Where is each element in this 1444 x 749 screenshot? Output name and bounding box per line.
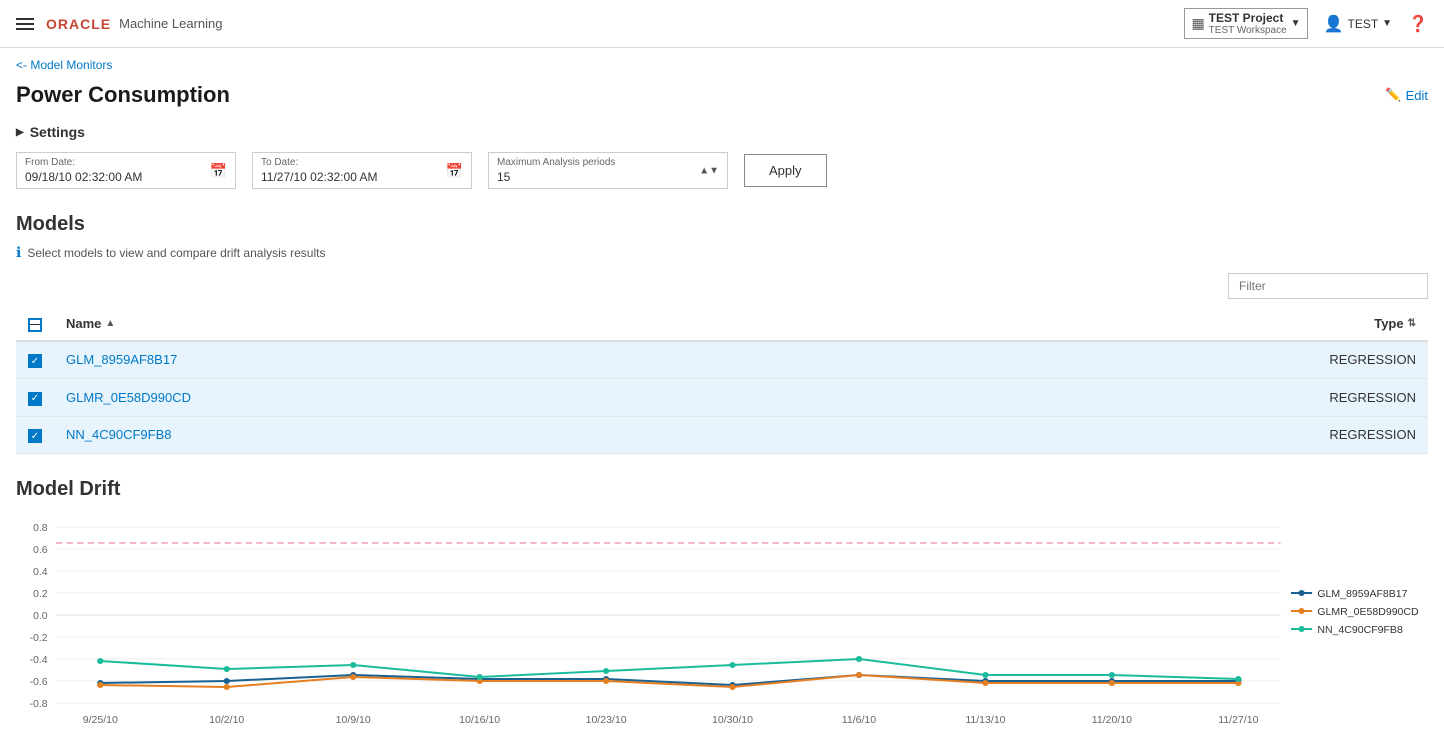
max-periods-field[interactable]: Maximum Analysis periods 15 ▲▼ xyxy=(488,152,728,189)
user-name: TEST xyxy=(1348,17,1379,31)
header-right: ▦ TEST Project TEST Workspace ▼ 👤 TEST ▼… xyxy=(1184,8,1428,39)
edit-icon: ✏️ xyxy=(1385,87,1401,103)
workspace-name: TEST Workspace xyxy=(1209,25,1287,36)
svg-text:10/23/10: 10/23/10 xyxy=(586,715,627,726)
filter-row xyxy=(16,273,1428,299)
oracle-logo: ORACLE xyxy=(46,16,111,32)
row-checkbox-cell[interactable]: ✓ xyxy=(16,416,54,454)
svg-text:-0.4: -0.4 xyxy=(29,655,47,666)
svg-text:11/20/10: 11/20/10 xyxy=(1092,715,1133,726)
svg-text:GLMR_0E58D990CD: GLMR_0E58D990CD xyxy=(1317,607,1418,618)
row-checkbox[interactable]: ✓ xyxy=(28,354,42,368)
type-column-header[interactable]: Type ⇅ xyxy=(842,307,1428,341)
models-table: — Name ▲ Type ⇅ ✓ xyxy=(16,307,1428,454)
model-type-cell: REGRESSION xyxy=(842,416,1428,454)
models-hint: ℹ Select models to view and compare drif… xyxy=(16,244,1428,261)
svg-text:NN_4C90CF9FB8: NN_4C90CF9FB8 xyxy=(1317,625,1403,636)
breadcrumb[interactable]: <- Model Monitors xyxy=(0,48,1444,82)
model-name-cell: NN_4C90CF9FB8 xyxy=(54,416,842,454)
sort-icon: ▲ xyxy=(105,318,115,329)
row-checkbox-cell[interactable]: ✓ xyxy=(16,379,54,417)
svg-text:10/2/10: 10/2/10 xyxy=(209,715,244,726)
header-checkbox-cell: — xyxy=(16,307,54,341)
sort-icon-type: ⇅ xyxy=(1408,318,1416,329)
select-all-checkbox[interactable]: — xyxy=(28,318,42,332)
to-date-value: 11/27/10 02:32:00 AM xyxy=(261,170,463,184)
model-name-cell: GLM_8959AF8B17 xyxy=(54,341,842,379)
row-checkbox[interactable]: ✓ xyxy=(28,392,42,406)
project-name: TEST Project xyxy=(1209,11,1287,25)
logo: ORACLE Machine Learning xyxy=(46,16,222,32)
calendar-icon: 📅 xyxy=(210,162,227,179)
svg-text:0.2: 0.2 xyxy=(33,589,48,600)
header: ORACLE Machine Learning ▦ TEST Project T… xyxy=(0,0,1444,48)
to-date-field[interactable]: To Date: 11/27/10 02:32:00 AM 📅 xyxy=(252,152,472,189)
filter-input[interactable] xyxy=(1228,273,1428,299)
models-title: Models xyxy=(16,213,1428,236)
apply-button[interactable]: Apply xyxy=(744,154,827,187)
edit-button[interactable]: ✏️ Edit xyxy=(1385,87,1428,103)
table-header-row: — Name ▲ Type ⇅ xyxy=(16,307,1428,341)
from-date-field[interactable]: From Date: 09/18/10 02:32:00 AM 📅 xyxy=(16,152,236,189)
hamburger-icon[interactable] xyxy=(16,18,34,30)
table-row: ✓ GLMR_0E58D990CD REGRESSION xyxy=(16,379,1428,417)
model-type-cell: REGRESSION xyxy=(842,379,1428,417)
svg-text:-0.8: -0.8 xyxy=(29,699,47,710)
help-icon[interactable]: ❓ xyxy=(1408,14,1428,34)
svg-text:11/13/10: 11/13/10 xyxy=(965,715,1006,726)
settings-label: Settings xyxy=(30,124,85,140)
svg-text:10/9/10: 10/9/10 xyxy=(336,715,371,726)
svg-text:9/25/10: 9/25/10 xyxy=(83,715,118,726)
svg-text:0.6: 0.6 xyxy=(33,545,48,556)
calendar-icon-2: 📅 xyxy=(446,162,463,179)
chevron-down-icon: ▼ xyxy=(1291,18,1301,29)
header-left: ORACLE Machine Learning xyxy=(16,16,222,32)
drift-svg: 0.8 0.6 0.4 0.2 0.0 -0.2 -0.4 -0.6 -0.8 … xyxy=(16,513,1428,733)
table-row: ✓ GLM_8959AF8B17 REGRESSION xyxy=(16,341,1428,379)
main-content: Power Consumption ✏️ Edit ▶ Settings Fro… xyxy=(0,82,1444,749)
user-chevron-icon: ▼ xyxy=(1382,18,1392,29)
drift-title: Model Drift xyxy=(16,478,1428,501)
model-type-cell: REGRESSION xyxy=(842,341,1428,379)
user-menu[interactable]: 👤 TEST ▼ xyxy=(1324,14,1393,34)
app-name: Machine Learning xyxy=(119,16,222,31)
svg-text:0.4: 0.4 xyxy=(33,567,48,578)
model-name-cell: GLMR_0E58D990CD xyxy=(54,379,842,417)
from-date-value: 09/18/10 02:32:00 AM xyxy=(25,170,227,184)
svg-text:10/30/10: 10/30/10 xyxy=(712,715,753,726)
settings-section-header[interactable]: ▶ Settings xyxy=(16,124,1428,140)
page-title: Power Consumption xyxy=(16,82,230,108)
svg-text:-0.2: -0.2 xyxy=(29,633,47,644)
max-periods-value: 15 xyxy=(497,170,719,184)
table-row: ✓ NN_4C90CF9FB8 REGRESSION xyxy=(16,416,1428,454)
svg-text:11/27/10: 11/27/10 xyxy=(1218,715,1259,726)
model-link[interactable]: NN_4C90CF9FB8 xyxy=(66,427,172,442)
model-link[interactable]: GLM_8959AF8B17 xyxy=(66,352,177,367)
page-title-row: Power Consumption ✏️ Edit xyxy=(16,82,1428,108)
svg-text:10/16/10: 10/16/10 xyxy=(459,715,500,726)
spinner-arrows: ▲▼ xyxy=(699,165,719,176)
name-column-header[interactable]: Name ▲ xyxy=(54,307,842,341)
svg-text:11/6/10: 11/6/10 xyxy=(842,715,877,726)
row-checkbox[interactable]: ✓ xyxy=(28,429,42,443)
max-periods-label: Maximum Analysis periods xyxy=(497,157,719,168)
svg-text:0.8: 0.8 xyxy=(33,523,48,534)
info-icon: ℹ xyxy=(16,244,21,261)
project-selector[interactable]: ▦ TEST Project TEST Workspace ▼ xyxy=(1184,8,1307,39)
model-link[interactable]: GLMR_0E58D990CD xyxy=(66,390,191,405)
chevron-right-icon: ▶ xyxy=(16,127,24,138)
svg-text:0.0: 0.0 xyxy=(33,611,48,622)
row-checkbox-cell[interactable]: ✓ xyxy=(16,341,54,379)
model-drift-chart: 0.8 0.6 0.4 0.2 0.0 -0.2 -0.4 -0.6 -0.8 … xyxy=(16,513,1428,733)
filters-row: From Date: 09/18/10 02:32:00 AM 📅 To Dat… xyxy=(16,152,1428,189)
to-date-label: To Date: xyxy=(261,157,463,168)
from-date-label: From Date: xyxy=(25,157,227,168)
svg-text:-0.6: -0.6 xyxy=(29,677,47,688)
svg-text:GLM_8959AF8B17: GLM_8959AF8B17 xyxy=(1317,589,1407,600)
